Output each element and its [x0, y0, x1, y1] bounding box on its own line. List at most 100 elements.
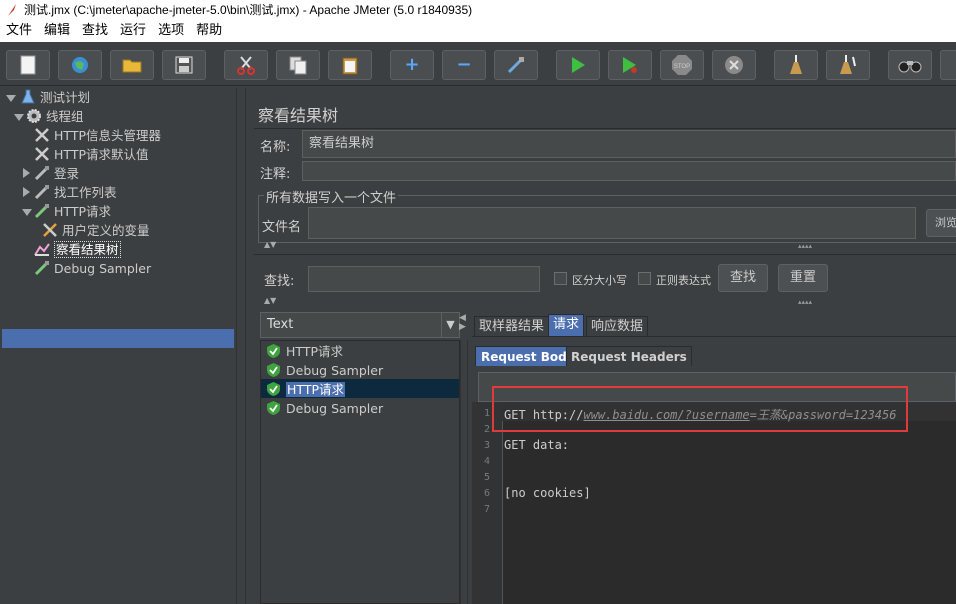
- renderer-value: Text: [267, 317, 294, 332]
- cut-button[interactable]: [224, 50, 268, 80]
- window-title: 测试.jmx (C:\jmeter\apache-jmeter-5.0\bin\…: [24, 3, 473, 17]
- line-number: 5: [484, 472, 491, 483]
- tree-selection-highlight: [2, 329, 234, 348]
- tab-response-data[interactable]: 响应数据: [586, 316, 649, 336]
- pipette-icon: [34, 185, 49, 200]
- tree-item-http-defaults[interactable]: HTTP请求默认值: [34, 145, 149, 164]
- collapse-arrows[interactable]: ▲▼: [264, 240, 276, 249]
- result-item[interactable]: Debug Sampler: [267, 399, 383, 418]
- filename-field[interactable]: [308, 207, 916, 239]
- menu-bar: 文件 编辑 查找 运行 选项 帮助: [0, 20, 956, 42]
- results-splitter[interactable]: [460, 340, 468, 604]
- tree-item-view-results-tree[interactable]: 察看结果树: [34, 240, 121, 259]
- new-button[interactable]: [6, 50, 50, 80]
- clear-all-button[interactable]: [826, 50, 870, 80]
- tree-item-user-vars[interactable]: 用户定义的变量: [42, 221, 150, 240]
- copy-button[interactable]: [276, 50, 320, 80]
- line-number: 1: [484, 408, 491, 419]
- result-list: HTTP请求 Debug Sampler HTTP请求 Debug Sample…: [260, 340, 460, 604]
- copy-icon: [289, 56, 307, 75]
- start-button[interactable]: [556, 50, 600, 80]
- expand-toggle[interactable]: [23, 168, 30, 178]
- reset-button[interactable]: 重置: [778, 264, 828, 292]
- save-button[interactable]: [162, 50, 206, 80]
- line-number: 7: [484, 504, 491, 515]
- paste-icon: [342, 57, 358, 75]
- success-shield-icon: [267, 382, 280, 396]
- view-results-tree-panel: 察看结果树 名称: 察看结果树 注释: 所有数据写入一个文件 文件名 浏览 ▲▼…: [246, 88, 956, 604]
- save-icon: [175, 56, 193, 74]
- case-sensitive-label: 区分大小写: [572, 274, 627, 287]
- toggle-button[interactable]: [494, 50, 538, 80]
- menu-file[interactable]: 文件: [0, 20, 38, 42]
- name-field[interactable]: 察看结果树: [302, 130, 956, 158]
- menu-options[interactable]: 选项: [152, 20, 190, 42]
- start-icon: [572, 57, 585, 73]
- tree-item-job-list[interactable]: 找工作列表: [34, 183, 117, 202]
- line-number: 4: [484, 456, 491, 467]
- regex-checkbox[interactable]: [638, 272, 651, 285]
- comment-field[interactable]: [302, 161, 956, 181]
- tools-icon: [43, 223, 57, 237]
- search-input[interactable]: [308, 266, 540, 292]
- menu-edit[interactable]: 编辑: [38, 20, 76, 42]
- stop-button[interactable]: STOP: [660, 50, 704, 80]
- expand-toggle[interactable]: [14, 114, 24, 121]
- collapse-arrows[interactable]: ▲▼: [264, 296, 276, 305]
- toolbar: + − STOP: [0, 42, 956, 86]
- tab-request-headers[interactable]: Request Headers: [566, 346, 692, 366]
- pipette-icon: [34, 261, 49, 276]
- result-item[interactable]: Debug Sampler: [267, 361, 383, 380]
- case-sensitive-checkbox[interactable]: [554, 272, 567, 285]
- expand-all-button[interactable]: +: [390, 50, 434, 80]
- renderer-select[interactable]: Text ▼: [260, 312, 460, 338]
- start-no-pause-button[interactable]: [608, 50, 652, 80]
- chart-icon: [34, 243, 50, 256]
- tab-request-body[interactable]: Request Body: [475, 346, 581, 366]
- stop-icon: STOP: [672, 55, 692, 75]
- templates-button[interactable]: [58, 50, 102, 80]
- shutdown-button[interactable]: [712, 50, 756, 80]
- splitter-arrows[interactable]: ◀ ▶: [459, 314, 466, 332]
- tree-item-debug-sampler[interactable]: Debug Sampler: [34, 259, 151, 278]
- drag-handle[interactable]: ▴▴▴▴: [798, 298, 812, 306]
- expand-toggle[interactable]: [23, 187, 30, 197]
- browse-button[interactable]: 浏览: [926, 209, 956, 237]
- tree-item-http-header-manager[interactable]: HTTP信息头管理器: [34, 126, 161, 145]
- reset-search-button[interactable]: [940, 50, 956, 80]
- find-button[interactable]: 查找: [718, 264, 768, 292]
- chevron-down-icon: ▼: [441, 313, 459, 337]
- success-shield-icon: [267, 401, 280, 415]
- clear-all-icon: [840, 55, 856, 74]
- request-body-editor[interactable]: [502, 402, 956, 604]
- tree-item-thread-group[interactable]: 线程组: [26, 107, 84, 126]
- line-number: 3: [484, 440, 491, 451]
- menu-help[interactable]: 帮助: [190, 20, 228, 42]
- collapse-all-button[interactable]: −: [442, 50, 486, 80]
- collapse-icon: −: [456, 54, 472, 75]
- tree-item-test-plan[interactable]: 测试计划: [20, 88, 90, 107]
- tree-item-http-request[interactable]: HTTP请求: [34, 202, 111, 221]
- drag-handle[interactable]: ▴▴▴▴: [798, 242, 812, 250]
- menu-search[interactable]: 查找: [76, 20, 114, 42]
- request-line-6: [no cookies]: [504, 486, 591, 500]
- search-label: 查找:: [264, 274, 295, 289]
- success-shield-icon: [267, 363, 280, 377]
- tree-item-login[interactable]: 登录: [34, 164, 79, 183]
- expand-toggle[interactable]: [22, 209, 32, 216]
- open-button[interactable]: [110, 50, 154, 80]
- search-button[interactable]: [888, 50, 932, 80]
- toggle-icon: [507, 57, 524, 74]
- result-item[interactable]: HTTP请求: [267, 342, 343, 361]
- result-item-selected[interactable]: HTTP请求: [267, 380, 345, 399]
- menu-run[interactable]: 运行: [114, 20, 152, 42]
- clear-button[interactable]: [774, 50, 818, 80]
- tab-sampler-result[interactable]: 取样器结果: [474, 316, 550, 336]
- divider: [254, 128, 956, 129]
- tab-request[interactable]: 请求: [548, 314, 585, 336]
- expand-toggle[interactable]: [6, 95, 16, 102]
- tree-splitter[interactable]: [236, 88, 246, 604]
- filename-label: 文件名: [262, 220, 302, 235]
- line-number: 2: [484, 424, 491, 435]
- paste-button[interactable]: [328, 50, 372, 80]
